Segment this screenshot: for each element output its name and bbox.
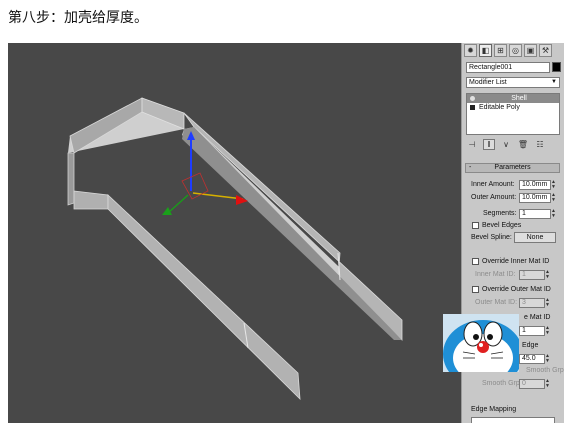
override-outer-checkbox[interactable] — [472, 286, 479, 293]
show-end-result-icon[interactable]: ‖ — [483, 139, 495, 150]
outer-mat-id-value: 3 — [522, 299, 526, 306]
stack-item-editable-poly[interactable]: Editable Poly — [467, 103, 559, 112]
shell-front-wall — [73, 190, 109, 210]
inner-mat-id-value: 1 — [522, 271, 526, 278]
bevel-edges-label: Bevel Edges — [482, 222, 522, 229]
override-inner-checkbox[interactable] — [472, 258, 479, 265]
spinner-arrows-icon[interactable]: ▲ ▼ — [545, 379, 552, 389]
override-smooth-grp-label: Smooth Grp — [526, 367, 564, 374]
spinner-arrows-icon[interactable]: ▲ ▼ — [545, 270, 552, 280]
segments-spinner[interactable]: 1 ▲ ▼ — [519, 209, 556, 219]
bevel-spline-button[interactable]: None — [514, 232, 556, 243]
pin-stack-icon[interactable]: ⊣ — [466, 139, 478, 150]
doraemon-watermark-image — [443, 314, 519, 372]
spinner-arrows-icon[interactable]: ▲ ▼ — [551, 180, 558, 190]
override-inner-label: Override Inner Mat ID — [482, 258, 550, 265]
spinner-arrows-icon[interactable]: ▲ ▼ — [545, 326, 552, 336]
configure-modifier-sets-icon[interactable]: ☷ — [534, 139, 546, 150]
command-panel-tabs: ✹ ◧ ⊞ ◎ ▣ ⚒ — [464, 44, 552, 58]
create-icon[interactable]: ✹ — [464, 44, 477, 57]
stack-item-label: Shell — [511, 95, 527, 102]
edge-mat-id-spinner[interactable]: 1 ▲ ▼ — [519, 326, 550, 336]
smooth-grp-spinner[interactable]: 0 ▲ ▼ — [519, 379, 550, 389]
outer-amount-value: 10.0mm — [522, 194, 548, 201]
edge-mat-id-value: 1 — [522, 327, 526, 334]
outer-amount-spinner[interactable]: 10.0mm ▲ ▼ — [519, 193, 556, 203]
modifier-list-label: Modifier List — [469, 79, 507, 86]
display-icon[interactable]: ▣ — [524, 44, 537, 57]
make-unique-icon[interactable]: ∨ — [500, 139, 512, 150]
parameters-rollout-header[interactable]: - Parameters — [465, 163, 560, 173]
modify-icon[interactable]: ◧ — [479, 44, 492, 57]
shell-left-corner — [67, 152, 75, 206]
max-screenshot: ✹ ◧ ⊞ ◎ ▣ ⚒ Rectangle001 Modifier List ▼… — [8, 43, 564, 423]
outer-amount-label: Outer Amount: — [471, 194, 517, 201]
step-caption: 第八步：加壳给厚度。 — [8, 10, 148, 26]
object-name-input[interactable]: Rectangle001 — [466, 62, 550, 73]
spinner-arrows-icon[interactable]: ▲ ▼ — [545, 298, 552, 308]
edge-mapping-dropdown[interactable] — [471, 417, 555, 423]
modifier-list-dropdown[interactable]: Modifier List ▼ — [466, 77, 560, 88]
bevel-edges-checkbox[interactable] — [472, 222, 479, 229]
bevel-spline-label: Bevel Spline: — [471, 234, 512, 241]
object-color-swatch[interactable] — [552, 62, 561, 72]
smooth-grp-value: 0 — [522, 380, 526, 387]
spinner-arrows-icon[interactable]: ▲ ▼ — [551, 209, 558, 219]
motion-icon[interactable]: ◎ — [509, 44, 522, 57]
segments-label: Segments: — [483, 210, 517, 217]
straighten-edge-label: Edge — [522, 342, 539, 349]
smooth-grp-label: Smooth Grp: — [482, 380, 522, 387]
spinner-arrows-icon[interactable]: ▲ ▼ — [551, 193, 558, 203]
rollout-title: Parameters — [494, 164, 531, 171]
expand-plus-icon[interactable] — [470, 105, 475, 110]
stack-item-label: Editable Poly — [479, 104, 520, 111]
hierarchy-icon[interactable]: ⊞ — [494, 44, 507, 57]
outer-mat-id-label: Outer Mat ID: — [475, 299, 518, 306]
angle-value: 45.0 — [522, 355, 536, 362]
shell-long-left-wall — [107, 194, 301, 401]
shell-object-render — [67, 97, 403, 401]
inner-mat-id-spinner[interactable]: 1 ▲ ▼ — [519, 270, 550, 280]
modifier-stack: Shell Editable Poly — [466, 93, 560, 135]
perspective-viewport[interactable] — [8, 43, 461, 423]
spinner-arrows-icon[interactable]: ▲ ▼ — [545, 354, 552, 364]
stack-item-shell[interactable]: Shell — [467, 94, 559, 103]
outer-mat-id-spinner[interactable]: 3 ▲ ▼ — [519, 298, 550, 308]
inner-amount-spinner[interactable]: 10.0mm ▲ ▼ — [519, 180, 556, 190]
angle-spinner[interactable]: 45.0 ▲ ▼ — [519, 354, 550, 364]
edge-mapping-label: Edge Mapping — [471, 406, 517, 413]
remove-modifier-icon[interactable]: 🗑 — [517, 139, 529, 150]
override-edge-mat-label: e Mat ID — [524, 314, 551, 321]
inner-amount-label: Inner Amount: — [471, 181, 515, 188]
segments-value: 1 — [522, 210, 526, 217]
inner-mat-id-label: Inner Mat ID: — [475, 271, 516, 278]
light-bulb-icon[interactable] — [470, 96, 475, 101]
override-outer-label: Override Outer Mat ID — [482, 286, 551, 293]
utilities-icon[interactable]: ⚒ — [539, 44, 552, 57]
rollout-toggle: - — [469, 164, 472, 171]
chevron-down-icon: ▼ — [551, 79, 557, 85]
stack-toolbar: ⊣ ‖ ∨ 🗑 ☷ — [466, 139, 546, 151]
inner-amount-value: 10.0mm — [522, 181, 548, 188]
